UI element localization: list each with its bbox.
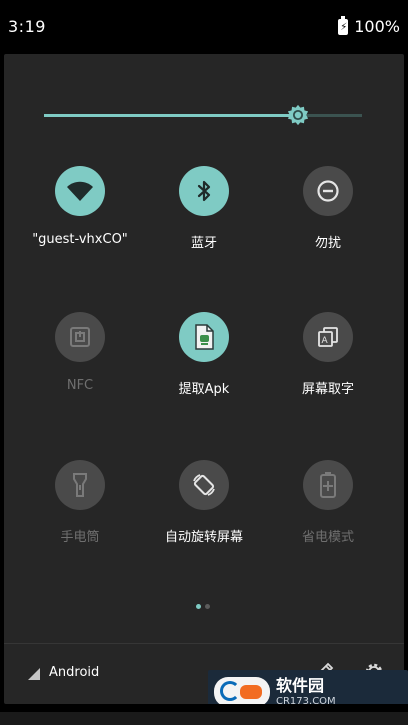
tile-screen-text[interactable]: A 屏幕取字 — [268, 312, 388, 397]
auto-rotate-icon — [193, 474, 215, 496]
screen-text-icon: A — [318, 327, 338, 347]
wifi-icon — [67, 181, 93, 201]
tile-label-extract-apk: 提取Apk — [178, 382, 230, 397]
status-time: 3:19 — [8, 17, 46, 36]
tile-label-auto-rotate: 自动旋转屏幕 — [164, 530, 243, 545]
tile-battery-saver[interactable]: 省电模式 — [268, 460, 388, 545]
page-dot-1[interactable] — [196, 604, 201, 609]
bluetooth-icon — [197, 180, 211, 202]
do-not-disturb-icon — [317, 180, 339, 202]
flashlight-icon — [73, 473, 87, 497]
brightness-slider[interactable] — [44, 104, 362, 126]
auto-rotate-toggle[interactable] — [179, 460, 229, 510]
tile-label-bluetooth: 蓝牙 — [190, 236, 217, 251]
status-right: ⚡ 100% — [338, 15, 400, 36]
bluetooth-toggle[interactable] — [179, 166, 229, 216]
screen-text-toggle[interactable]: A — [303, 312, 353, 362]
tile-extract-apk[interactable]: 提取Apk — [144, 312, 264, 397]
apk-file-icon — [195, 324, 214, 350]
tile-nfc[interactable]: NFC — [20, 312, 140, 393]
quick-settings-panel: "guest-vhxCO" 蓝牙 勿扰 NFC 提取Apk A 屏幕取字 手电筒… — [4, 54, 404, 704]
extract-apk-toggle[interactable] — [179, 312, 229, 362]
tile-label-screen-text: 屏幕取字 — [301, 382, 354, 397]
page-indicator — [196, 604, 210, 609]
watermark-logo — [214, 677, 270, 707]
tile-label-battery-saver: 省电模式 — [301, 530, 354, 545]
battery-saver-toggle[interactable] — [303, 460, 353, 510]
tile-dnd[interactable]: 勿扰 — [268, 166, 388, 251]
dnd-toggle[interactable] — [303, 166, 353, 216]
tile-wifi[interactable]: "guest-vhxCO" — [20, 166, 140, 247]
watermark-title: 软件园 — [276, 675, 325, 695]
tile-label-nfc: NFC — [66, 378, 94, 393]
flashlight-toggle[interactable] — [55, 460, 105, 510]
brightness-slider-fill — [44, 114, 299, 117]
nfc-toggle[interactable] — [55, 312, 105, 362]
nfc-icon — [70, 327, 90, 347]
page-dot-2[interactable] — [205, 604, 210, 609]
battery-saver-icon — [320, 472, 336, 498]
nav-strip-edge — [0, 712, 408, 725]
tile-label-flashlight: 手电筒 — [60, 530, 100, 545]
tile-flashlight[interactable]: 手电筒 — [20, 460, 140, 545]
brightness-sun-icon[interactable] — [287, 104, 309, 126]
status-bar: 3:19 ⚡ 100% — [0, 0, 408, 54]
cell-signal-icon — [28, 668, 40, 680]
tile-label-dnd: 勿扰 — [314, 236, 341, 251]
tile-auto-rotate[interactable]: 自动旋转屏幕 — [144, 460, 264, 545]
battery-percent: 100% — [354, 17, 400, 36]
svg-text:A: A — [322, 336, 329, 346]
carrier-name: Android — [49, 665, 100, 680]
wifi-toggle[interactable] — [55, 166, 105, 216]
tile-label-wifi: "guest-vhxCO" — [32, 232, 128, 247]
battery-charging-icon: ⚡ — [338, 15, 349, 35]
nav-strip — [0, 704, 408, 725]
tile-bluetooth[interactable]: 蓝牙 — [144, 166, 264, 251]
